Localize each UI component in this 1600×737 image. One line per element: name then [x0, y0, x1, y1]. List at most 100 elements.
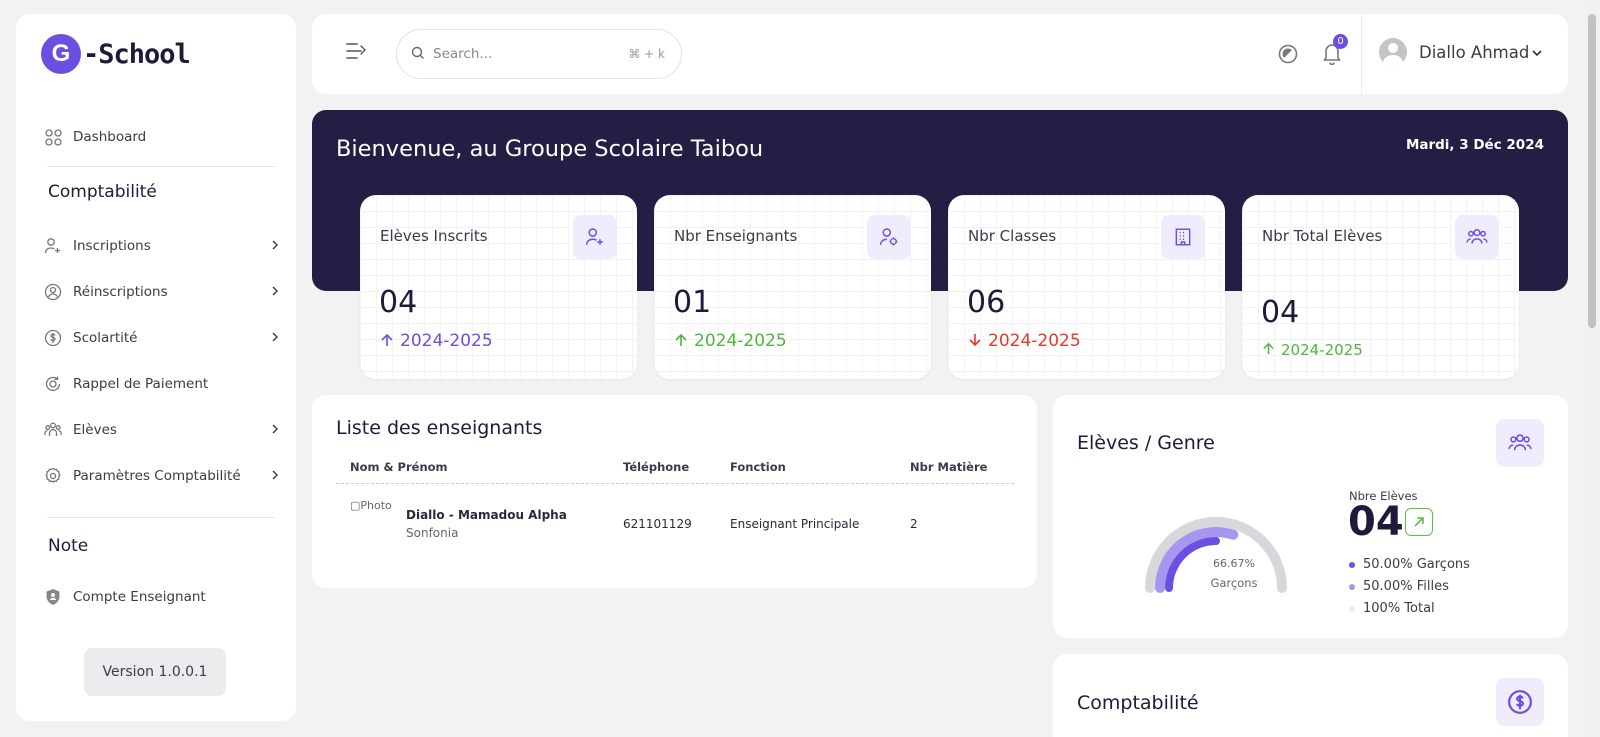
- legend-dot: [1349, 561, 1355, 568]
- legend-text: 100% Total: [1363, 601, 1435, 616]
- sidebar-item-rappel-paiement[interactable]: Rappel de Paiement: [44, 369, 280, 399]
- arrow-down-icon: [968, 332, 982, 351]
- building-icon: [1161, 215, 1205, 259]
- legend-dot: [1349, 583, 1355, 590]
- user-circle-icon: [44, 283, 62, 301]
- chevron-right-icon: [270, 239, 280, 255]
- sidebar-item-label: Scolartité: [73, 330, 138, 346]
- user-add-icon: [44, 237, 62, 255]
- stat-year: 2024-2025: [968, 331, 1081, 351]
- page-scrollbar[interactable]: [1584, 0, 1600, 737]
- stat-card-nbr-enseignants: Nbr Enseignants 01 2024-2025: [654, 195, 931, 379]
- stat-year: 2024-2025: [1262, 340, 1363, 359]
- dollar-circle-icon: [1496, 678, 1544, 726]
- notification-bell[interactable]: 0: [1321, 34, 1348, 69]
- column-header-nbr-matiere[interactable]: Nbr Matière: [910, 460, 987, 474]
- arrow-up-icon: [380, 332, 394, 351]
- logo-text: -School: [83, 38, 191, 70]
- scrollbar-thumb[interactable]: [1588, 14, 1596, 328]
- teachers-panel: Liste des enseignants Nom & Prénom Télép…: [312, 395, 1037, 588]
- panel-title: Elèves / Genre: [1077, 432, 1215, 454]
- arrow-up-icon: [1262, 340, 1275, 359]
- sidebar-item-parametres[interactable]: Paramètres Comptabilité: [44, 461, 280, 491]
- refresh-dollar-icon: [44, 375, 62, 393]
- notification-badge: 0: [1333, 34, 1348, 49]
- user-gear-icon: [867, 215, 911, 259]
- grid-icon: [44, 128, 62, 146]
- header-divider: [336, 483, 1014, 484]
- welcome-title: Bienvenue, au Groupe Scolaire Taibou: [336, 136, 764, 162]
- column-header-telephone[interactable]: Téléphone: [623, 460, 689, 474]
- legend-text: 50.00% Filles: [1363, 579, 1449, 594]
- user-add-icon: [573, 215, 617, 259]
- chevron-right-icon: [270, 331, 280, 347]
- sidebar-item-label: Inscriptions: [73, 238, 151, 254]
- sidebar-item-label: Compte Enseignant: [73, 589, 206, 605]
- teacher-location: Sonfonia: [406, 526, 459, 540]
- legend-dot: [1349, 605, 1355, 612]
- photo-alt-text: Photo: [360, 499, 392, 512]
- stat-label: Nbr Enseignants: [674, 227, 798, 245]
- search-box[interactable]: ⌘ + k: [396, 29, 682, 79]
- panel-title: Liste des enseignants: [336, 417, 543, 439]
- sidebar-item-label: Rappel de Paiement: [73, 376, 209, 392]
- stat-card-eleves-inscrits: Elèves Inscrits 04 2024-2025: [360, 195, 637, 379]
- version-button[interactable]: Version 1.0.0.1: [84, 648, 226, 696]
- sidebar-item-label: Paramètres Comptabilité: [73, 468, 241, 484]
- sidebar-item-compte-enseignant[interactable]: Compte Enseignant: [44, 582, 280, 612]
- stat-label: Elèves Inscrits: [380, 227, 488, 245]
- gauge-percent: 66.67%: [1213, 557, 1255, 570]
- users-icon: [1455, 215, 1499, 259]
- users-icon: [1496, 419, 1544, 467]
- sidebar-item-reinscriptions[interactable]: Réinscriptions: [44, 277, 280, 307]
- search-icon: [411, 45, 425, 64]
- logo-mark: G: [41, 34, 81, 74]
- divider: [47, 517, 275, 518]
- stat-year-text: 2024-2025: [694, 331, 787, 351]
- stat-value: 06: [967, 285, 1006, 320]
- theme-toggle-icon[interactable]: [1277, 43, 1299, 69]
- stat-year-text: 2024-2025: [988, 331, 1081, 351]
- sidebar-item-dashboard[interactable]: Dashboard: [44, 122, 280, 152]
- sidebar-item-label: Elèves: [73, 422, 117, 438]
- sidebar-item-label: Dashboard: [73, 129, 147, 145]
- avatar: [1379, 38, 1407, 66]
- divider: [47, 166, 275, 167]
- stat-value: 04: [379, 285, 418, 320]
- chevron-down-icon: [1531, 43, 1543, 62]
- user-name: Diallo Ahmad: [1419, 42, 1530, 62]
- sidebar: G -School Dashboard Comptabilité Inscrip…: [16, 14, 296, 721]
- stat-value: 04: [1261, 295, 1300, 330]
- stat-year: 2024-2025: [380, 331, 493, 351]
- comptabilite-panel: Comptabilité: [1053, 654, 1568, 737]
- nbre-eleves-value: 04: [1348, 499, 1404, 545]
- teacher-name: Diallo - Mamadou Alpha: [406, 508, 567, 522]
- logo[interactable]: G -School: [41, 34, 191, 74]
- chevron-right-icon: [270, 285, 280, 301]
- sidebar-item-eleves[interactable]: Elèves: [44, 415, 280, 445]
- broken-image-icon: ▢: [350, 499, 361, 512]
- sidebar-item-scolarite[interactable]: Scolartité: [44, 323, 280, 353]
- column-header-nom[interactable]: Nom & Prénom: [350, 460, 448, 474]
- bell-icon: [1321, 44, 1343, 69]
- section-title-comptabilite: Comptabilité: [48, 182, 157, 202]
- teacher-phone: 621101129: [623, 517, 692, 531]
- dollar-circle-icon: [44, 329, 62, 347]
- gauge-label: Garçons: [1210, 576, 1258, 590]
- stat-card-nbr-total-eleves: Nbr Total Elèves 04 2024-2025: [1242, 195, 1519, 379]
- search-input[interactable]: [433, 46, 613, 62]
- stat-label: Nbr Classes: [968, 227, 1057, 245]
- panel-title: Comptabilité: [1077, 692, 1199, 714]
- sidebar-item-inscriptions[interactable]: Inscriptions: [44, 231, 280, 261]
- current-date: Mardi, 3 Déc 2024: [1405, 137, 1544, 153]
- chevron-right-icon: [270, 423, 280, 439]
- legend-item-filles: 50.00% Filles: [1349, 579, 1449, 594]
- column-header-fonction[interactable]: Fonction: [730, 460, 786, 474]
- legend-item-total: 100% Total: [1349, 601, 1435, 616]
- legend-text: 50.00% Garçons: [1363, 557, 1470, 572]
- stat-year-text: 2024-2025: [1281, 340, 1363, 359]
- section-title-note: Note: [48, 536, 89, 556]
- legend-item-garcons: 50.00% Garçons: [1349, 557, 1470, 572]
- user-menu[interactable]: Diallo Ahmad: [1379, 38, 1543, 66]
- menu-toggle-icon[interactable]: [345, 41, 367, 65]
